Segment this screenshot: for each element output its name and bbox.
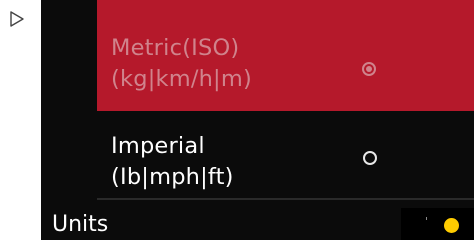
- option-imperial-units: (Ib|mph|ft): [111, 164, 234, 190]
- page-title: Units: [52, 212, 109, 237]
- option-metric-label: Metric(ISO) (kg|km/h|m): [111, 33, 252, 95]
- status-tick: [426, 217, 427, 220]
- status-panel: [401, 208, 474, 240]
- play-icon[interactable]: [9, 10, 25, 28]
- option-metric-units: (kg|km/h|m): [111, 66, 252, 92]
- radio-unselected-icon[interactable]: [363, 151, 377, 165]
- option-imperial[interactable]: Imperial (Ib|mph|ft): [97, 120, 474, 198]
- divider: [97, 198, 474, 200]
- option-metric-name: Metric(ISO): [111, 35, 240, 61]
- radio-selected-icon[interactable]: [362, 62, 376, 76]
- option-metric[interactable]: Metric(ISO) (kg|km/h|m): [97, 0, 474, 111]
- status-dot-icon: [444, 218, 459, 233]
- option-imperial-label: Imperial (Ib|mph|ft): [111, 131, 234, 193]
- units-settings-screen: Metric(ISO) (kg|km/h|m) Imperial (Ib|mph…: [41, 0, 474, 240]
- option-imperial-name: Imperial: [111, 133, 205, 159]
